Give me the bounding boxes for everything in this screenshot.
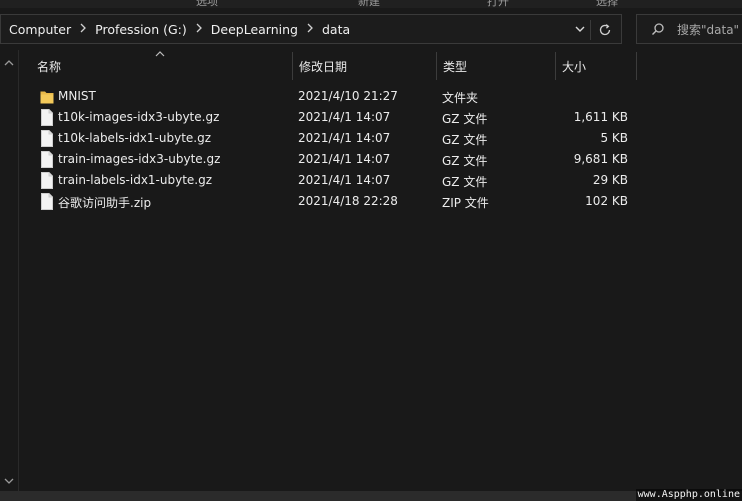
column-header-size[interactable]: 大小 — [555, 50, 636, 82]
file-date: 2021/4/1 14:07 — [298, 152, 391, 166]
file-date: 2021/4/18 22:28 — [298, 194, 398, 208]
file-icon — [40, 130, 54, 147]
chevron-right-icon[interactable] — [307, 23, 313, 36]
chevron-right-icon[interactable] — [80, 23, 87, 36]
navigation-row: Computer Profession (G:) DeepLearning da… — [0, 8, 742, 50]
table-row[interactable]: MNIST 2021/4/10 21:27 文件夹 — [20, 86, 640, 107]
breadcrumb-drive[interactable]: Profession (G:) — [95, 22, 187, 37]
scroll-up-icon[interactable] — [4, 56, 14, 66]
file-size: 1,611 KB — [573, 110, 628, 124]
table-row[interactable]: train-labels-idx1-ubyte.gz 2021/4/1 14:0… — [20, 170, 640, 191]
scroll-down-icon[interactable] — [4, 474, 14, 484]
file-date: 2021/4/10 21:27 — [298, 89, 398, 103]
file-size: 5 KB — [600, 131, 628, 145]
file-date: 2021/4/1 14:07 — [298, 173, 391, 187]
column-header-type-label: 类型 — [443, 59, 468, 74]
sort-ascending-icon[interactable] — [155, 50, 165, 57]
file-size: 9,681 KB — [573, 152, 628, 166]
refresh-icon[interactable] — [595, 20, 615, 40]
vertical-scrollbar[interactable] — [0, 50, 19, 491]
file-type: GZ 文件 — [442, 175, 488, 189]
file-icon — [40, 172, 54, 189]
file-date: 2021/4/1 14:07 — [298, 110, 391, 124]
file-name: train-labels-idx1-ubyte.gz — [58, 173, 213, 187]
file-size: 29 KB — [592, 173, 628, 187]
file-name: t10k-labels-idx1-ubyte.gz — [58, 131, 212, 145]
file-type: GZ 文件 — [442, 133, 488, 147]
file-icon — [40, 151, 54, 168]
ribbon-label[interactable]: 新建 — [358, 0, 380, 8]
address-bar[interactable]: Computer Profession (G:) DeepLearning da… — [0, 14, 622, 44]
search-placeholder: 搜索"data" — [677, 22, 740, 37]
table-row[interactable]: train-images-idx3-ubyte.gz 2021/4/1 14:0… — [20, 149, 640, 170]
search-input[interactable]: 搜索"data" — [636, 14, 742, 44]
breadcrumb-data[interactable]: data — [322, 22, 350, 37]
file-date: 2021/4/1 14:07 — [298, 131, 391, 145]
column-header-type[interactable]: 类型 — [436, 50, 556, 82]
file-type: 文件夹 — [442, 91, 479, 105]
file-name: train-images-idx3-ubyte.gz — [58, 152, 221, 166]
watermark: www.Aspphp.online — [635, 489, 742, 501]
file-size: 102 KB — [585, 194, 628, 208]
ribbon-label[interactable]: 选项 — [196, 0, 218, 8]
column-header-date[interactable]: 修改日期 — [292, 50, 436, 82]
file-icon — [40, 193, 54, 210]
column-header-size-label: 大小 — [562, 59, 587, 74]
file-list-pane: 名称 修改日期 类型 大小 MNIST 2021/4/10 21:27 文件夹 — [0, 50, 742, 491]
column-divider[interactable] — [636, 52, 637, 80]
folder-icon — [40, 88, 54, 105]
table-row[interactable]: 谷歌访问助手.zip 2021/4/18 22:28 ZIP 文件 102 KB — [20, 191, 640, 212]
file-type: ZIP 文件 — [442, 196, 489, 210]
column-header-name-label: 名称 — [37, 59, 62, 74]
chevron-right-icon[interactable] — [196, 23, 202, 36]
file-type: GZ 文件 — [442, 154, 488, 168]
column-header-date-label: 修改日期 — [299, 59, 348, 74]
ribbon-strip: 选项 新建 打开 选择 — [0, 0, 742, 8]
ribbon-label[interactable]: 选择 — [596, 0, 618, 8]
chevron-down-icon[interactable] — [573, 22, 587, 36]
file-name: 谷歌访问助手.zip — [58, 196, 152, 210]
horizontal-scrollbar[interactable] — [0, 491, 742, 501]
table-row[interactable]: t10k-labels-idx1-ubyte.gz 2021/4/1 14:07… — [20, 128, 640, 149]
breadcrumb-deeplearning[interactable]: DeepLearning — [211, 22, 298, 37]
table-row[interactable]: t10k-images-idx3-ubyte.gz 2021/4/1 14:07… — [20, 107, 640, 128]
file-type: GZ 文件 — [442, 112, 488, 126]
ribbon-label[interactable]: 打开 — [487, 0, 509, 8]
file-icon — [40, 109, 54, 126]
file-name: MNIST — [58, 89, 96, 103]
search-icon — [651, 22, 665, 36]
divider — [590, 20, 591, 40]
file-name: t10k-images-idx3-ubyte.gz — [58, 110, 220, 124]
breadcrumb-computer[interactable]: Computer — [9, 22, 71, 37]
